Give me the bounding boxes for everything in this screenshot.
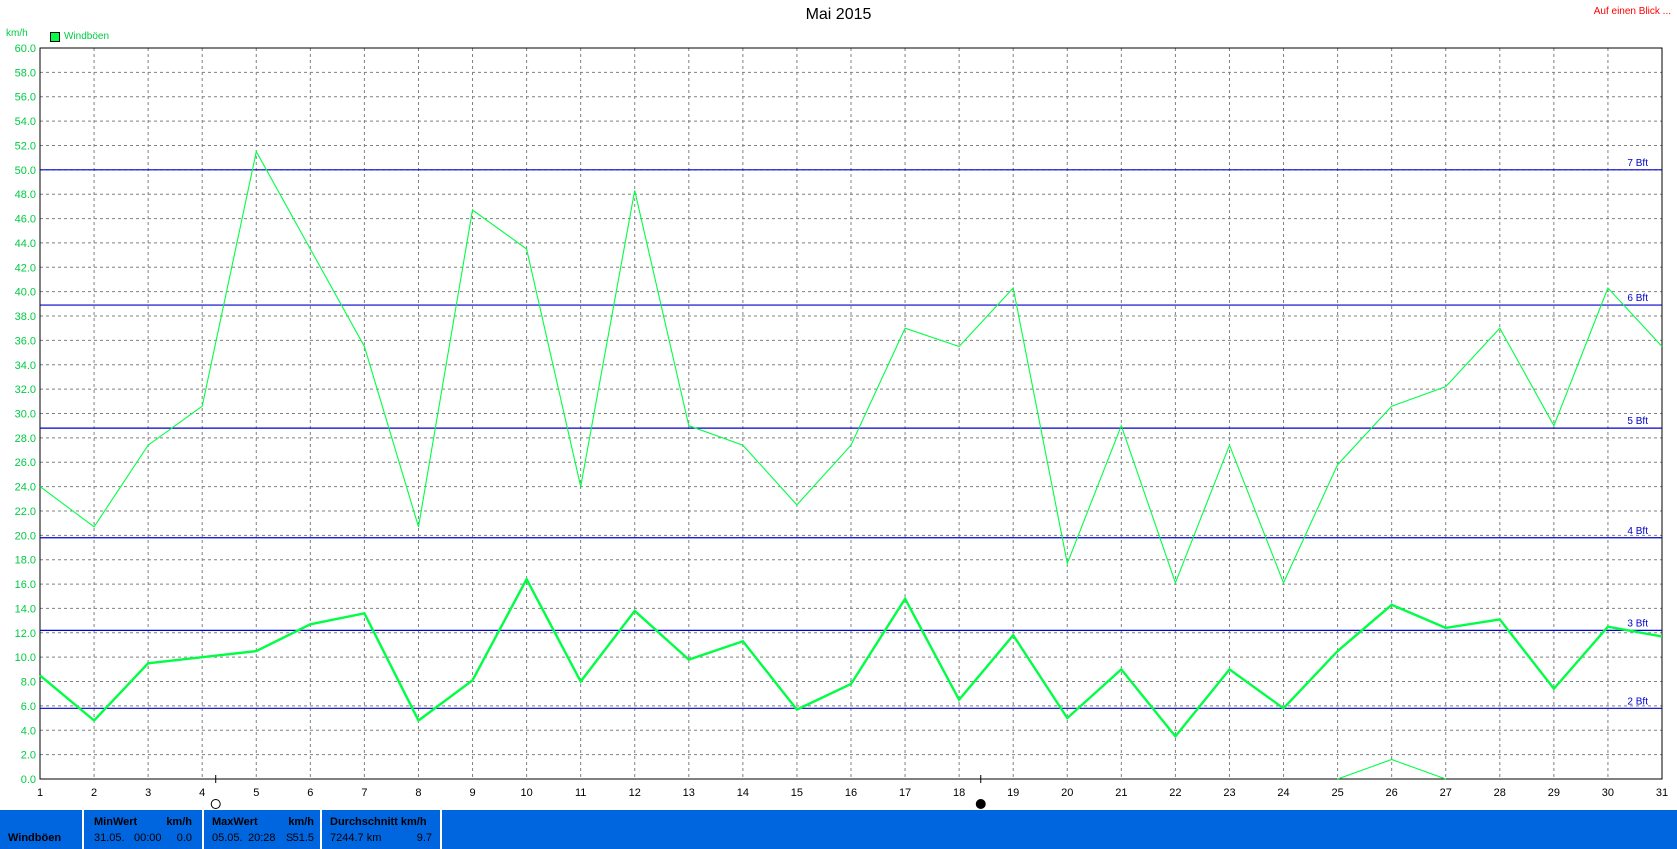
- x-tick-label: 21: [1115, 787, 1127, 799]
- min-date: 31.05.: [94, 832, 125, 844]
- x-tick-label: 29: [1548, 787, 1560, 799]
- y-tick-label: 32.0: [15, 384, 36, 396]
- y-tick-label: 0.0: [21, 774, 36, 786]
- x-tick-label: 24: [1277, 787, 1289, 799]
- y-tick-label: 26.0: [15, 457, 36, 469]
- y-tick-label: 52.0: [15, 140, 36, 152]
- x-tick-label: 19: [1007, 787, 1019, 799]
- beaufort-label: 2 Bft: [1627, 696, 1648, 707]
- y-tick-label: 22.0: [15, 506, 36, 518]
- y-tick-label: 58.0: [15, 67, 36, 79]
- x-tick-label: 15: [791, 787, 803, 799]
- x-tick-label: 16: [845, 787, 857, 799]
- y-tick-label: 40.0: [15, 287, 36, 299]
- x-tick-label: 8: [415, 787, 421, 799]
- min-header: MinWert: [94, 816, 138, 828]
- y-tick-label: 46.0: [15, 214, 36, 226]
- beaufort-label: 7 Bft: [1627, 158, 1648, 169]
- y-tick-label: 36.0: [15, 335, 36, 347]
- y-axis-unit: km/h: [6, 28, 28, 39]
- x-tick-label: 10: [520, 787, 532, 799]
- new-moon-icon: [975, 799, 986, 809]
- footer-series-label: Windböen: [8, 832, 62, 844]
- x-tick-label: 25: [1331, 787, 1343, 799]
- y-tick-label: 8.0: [21, 677, 36, 689]
- y-tick-label: 6.0: [21, 701, 36, 713]
- x-tick-label: 12: [629, 787, 641, 799]
- x-tick-label: 20: [1061, 787, 1073, 799]
- x-tick-label: 11: [575, 787, 586, 799]
- x-tick-label: 22: [1169, 787, 1181, 799]
- y-tick-label: 24.0: [15, 482, 36, 494]
- y-tick-label: 54.0: [15, 116, 36, 128]
- x-tick-label: 2: [91, 787, 97, 799]
- y-tick-label: 14.0: [15, 603, 36, 615]
- overview-link[interactable]: Auf einen Blick ...: [1594, 6, 1671, 17]
- y-tick-label: 2.0: [21, 750, 36, 762]
- x-tick-label: 14: [737, 787, 749, 799]
- x-tick-label: 13: [683, 787, 695, 799]
- x-tick-label: 17: [899, 787, 911, 799]
- x-tick-label: 18: [953, 787, 965, 799]
- max-header: MaxWert: [212, 816, 258, 828]
- y-tick-label: 18.0: [15, 555, 36, 567]
- min-time: 00:00: [134, 832, 162, 844]
- max-date: 05.05.: [212, 832, 243, 844]
- x-tick-label: 6: [307, 787, 313, 799]
- y-tick-label: 20.0: [15, 530, 36, 542]
- chart-canvas: 0.0 2.0 4.0 6.0 8.0 10.0 12.0 14.0 16.0 18.0 20.0 2…: [15, 43, 1668, 809]
- y-tick-label: 10.0: [15, 652, 36, 664]
- beaufort-label: 5 Bft: [1627, 416, 1648, 427]
- y-tick-label: 28.0: [15, 433, 36, 445]
- legend-label: Windböen: [64, 31, 110, 42]
- y-tick-label: 44.0: [15, 238, 36, 250]
- footer-max-cell: MaxWert km/h 05.05. 20:28 S 51.5: [204, 810, 322, 849]
- y-tick-label: 30.0: [15, 409, 36, 421]
- y-tick-label: 42.0: [15, 262, 36, 274]
- y-tick-label: 12.0: [15, 628, 36, 640]
- x-tick-label: 26: [1386, 787, 1398, 799]
- beaufort-label: 6 Bft: [1627, 293, 1648, 304]
- x-tick-label: 27: [1440, 787, 1452, 799]
- max-value: 51.5: [292, 832, 314, 844]
- x-tick-label: 9: [469, 787, 475, 799]
- beaufort-label: 4 Bft: [1627, 526, 1648, 537]
- page-title: Mai 2015: [805, 6, 872, 23]
- y-tick-label: 34.0: [15, 360, 36, 372]
- avg-distance: 7244.7 km: [330, 832, 382, 844]
- y-tick-label: 48.0: [15, 189, 36, 201]
- avg-header: Durchschnitt km/h: [330, 816, 427, 828]
- footer-series-cell: Windböen: [0, 810, 84, 849]
- y-tick-label: 4.0: [21, 725, 36, 737]
- x-tick-label: 31: [1656, 787, 1668, 799]
- footer-min-cell: MinWert km/h 31.05. 00:00 0.0: [84, 810, 204, 849]
- summary-footer: Windböen MinWert km/h 31.05. 00:00 0.0 M…: [0, 810, 1677, 849]
- x-tick-label: 23: [1223, 787, 1235, 799]
- beaufort-label: 3 Bft: [1627, 618, 1648, 629]
- avg-value: 9.7: [416, 832, 432, 844]
- footer-avg-cell: Durchschnitt km/h 7244.7 km 9.7: [322, 810, 442, 849]
- min-value: 0.0: [176, 832, 192, 844]
- x-tick-label: 3: [145, 787, 151, 799]
- max-time: 20:28: [248, 832, 276, 844]
- x-tick-label: 7: [361, 787, 367, 799]
- legend-swatch: [50, 31, 60, 42]
- moon-first-quarter-icon: [210, 799, 221, 809]
- x-tick-label: 1: [37, 787, 43, 799]
- y-tick-label: 60.0: [15, 43, 36, 55]
- x-tick-label: 28: [1494, 787, 1506, 799]
- x-tick-label: 5: [253, 787, 259, 799]
- y-tick-label: 16.0: [15, 579, 36, 591]
- min-unit: km/h: [166, 816, 192, 828]
- y-tick-label: 56.0: [15, 92, 36, 104]
- max-unit: km/h: [288, 816, 314, 828]
- x-tick-label: 4: [199, 787, 205, 799]
- x-tick-label: 30: [1602, 787, 1614, 799]
- legend: Windböen: [50, 31, 109, 42]
- y-tick-label: 50.0: [15, 165, 36, 177]
- y-tick-label: 38.0: [15, 311, 36, 323]
